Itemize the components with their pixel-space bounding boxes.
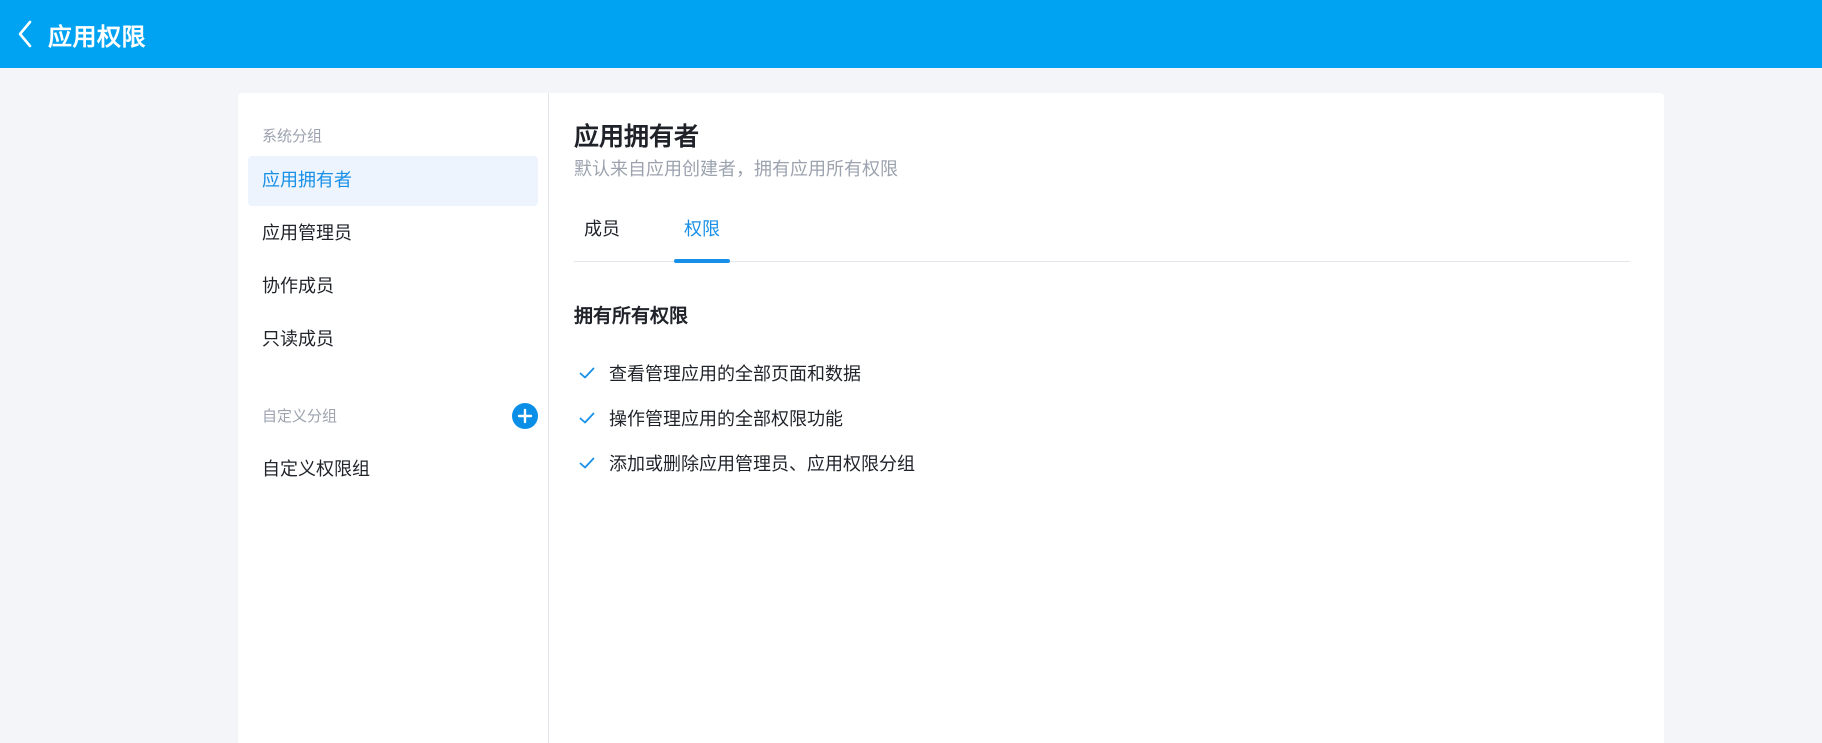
page-title: 应用权限: [48, 22, 146, 51]
check-icon: [579, 453, 599, 473]
role-tabs: 成员 权限: [574, 205, 1630, 263]
check-icon: [579, 408, 599, 428]
system-group-label: 系统分组: [262, 127, 323, 145]
custom-group-label: 自定义分组: [262, 407, 338, 425]
add-custom-group-button[interactable]: [512, 403, 538, 429]
sidebar-item-readonly-member[interactable]: 只读成员: [248, 315, 538, 365]
role-description: 默认来自应用创建者，拥有应用所有权限: [574, 159, 898, 180]
back-button[interactable]: [2, 0, 48, 68]
permission-item: 添加或删除应用管理员、应用权限分组: [574, 440, 1630, 485]
plus-circle-icon: [517, 408, 533, 424]
tab-members[interactable]: 成员: [574, 205, 630, 262]
tab-permissions[interactable]: 权限: [674, 205, 730, 263]
permission-item: 操作管理应用的全部权限功能: [574, 395, 1630, 440]
permission-list: 查看管理应用的全部页面和数据 操作管理应用的全部权限功能 添加或删除应用管理员、…: [574, 350, 1630, 485]
content-panel: 系统分组 应用拥有者 应用管理员 协作成员 只读成员 自定义分组 自定义权限组 …: [238, 93, 1664, 743]
permission-item: 查看管理应用的全部页面和数据: [574, 350, 1630, 395]
sidebar-item-custom-permission-group[interactable]: 自定义权限组: [248, 445, 538, 495]
check-icon: [579, 363, 599, 383]
permission-text: 查看管理应用的全部页面和数据: [609, 363, 861, 385]
permission-text: 添加或删除应用管理员、应用权限分组: [609, 453, 915, 475]
sidebar-item-app-owner[interactable]: 应用拥有者: [248, 156, 538, 206]
sidebar-item-collaborator[interactable]: 协作成员: [248, 262, 538, 312]
role-sidebar: 系统分组 应用拥有者 应用管理员 协作成员 只读成员 自定义分组 自定义权限组: [238, 93, 549, 743]
chevron-left-icon: [18, 20, 32, 48]
sidebar-item-app-admin[interactable]: 应用管理员: [248, 209, 538, 259]
top-bar: 应用权限: [0, 0, 1822, 68]
permissions-heading: 拥有所有权限: [574, 305, 689, 327]
role-detail: 应用拥有者 默认来自应用创建者，拥有应用所有权限 成员 权限 拥有所有权限 查看…: [549, 93, 1664, 743]
custom-group-header: 自定义分组: [248, 403, 538, 429]
permission-text: 操作管理应用的全部权限功能: [609, 408, 843, 430]
role-title: 应用拥有者: [574, 122, 700, 151]
